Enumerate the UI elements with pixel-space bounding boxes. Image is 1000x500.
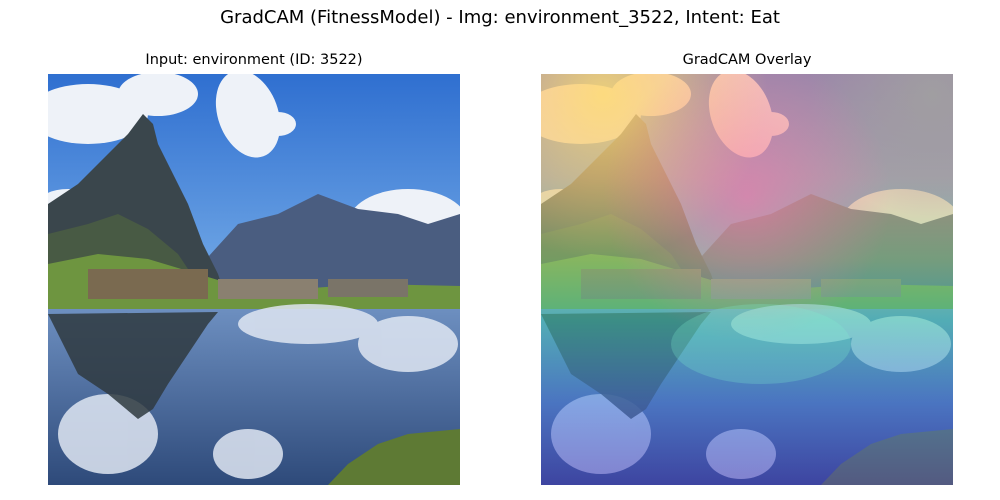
input-image [48, 74, 460, 485]
figure-title: GradCAM (FitnessModel) - Img: environmen… [220, 7, 780, 28]
input-image-title: Input: environment (ID: 3522) [145, 52, 363, 68]
gradcam-overlay-image [541, 74, 953, 485]
overlay-image-title: GradCAM Overlay [682, 52, 812, 68]
